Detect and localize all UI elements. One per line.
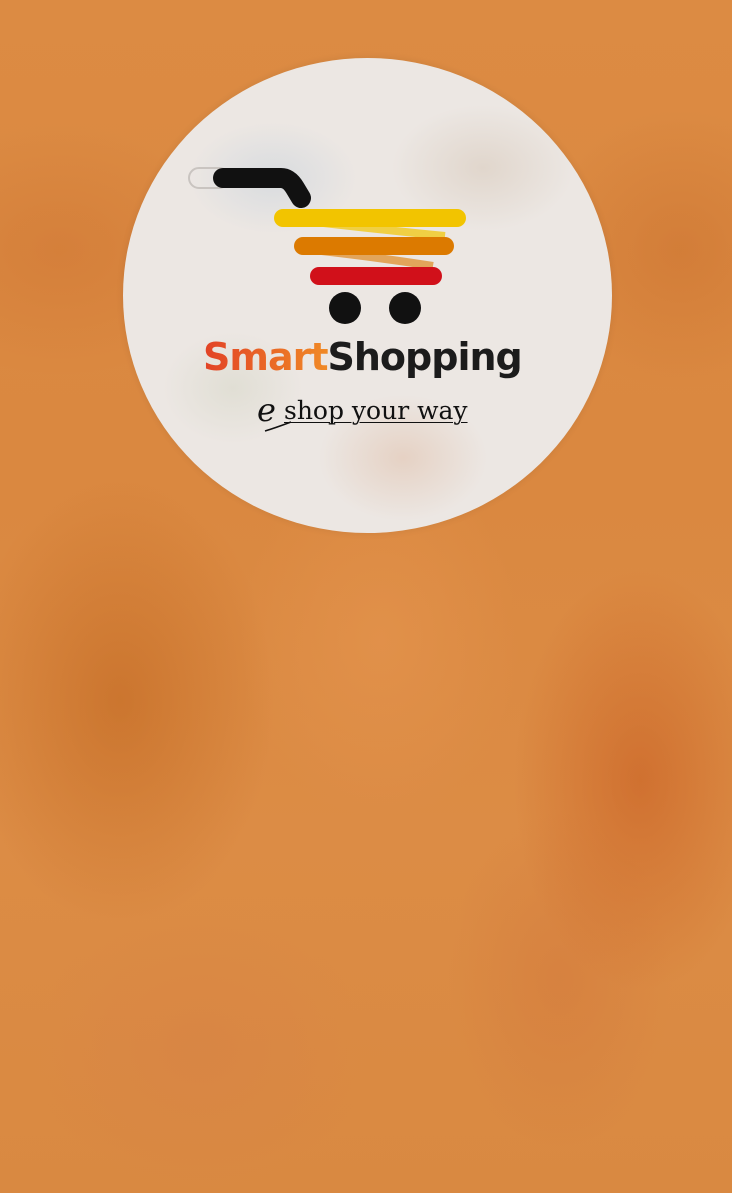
brand-wordmark: SmartShopping — [203, 338, 548, 376]
brand-shopping-text: Shopping — [327, 335, 523, 379]
tagline-text: shop your way — [284, 396, 468, 425]
shopping-cart-icon — [188, 167, 466, 324]
logo-badge: SmartShopping e shop your way — [123, 58, 612, 533]
brand-smart-text: Smart — [203, 335, 329, 379]
tagline: e shop your way — [257, 394, 497, 440]
